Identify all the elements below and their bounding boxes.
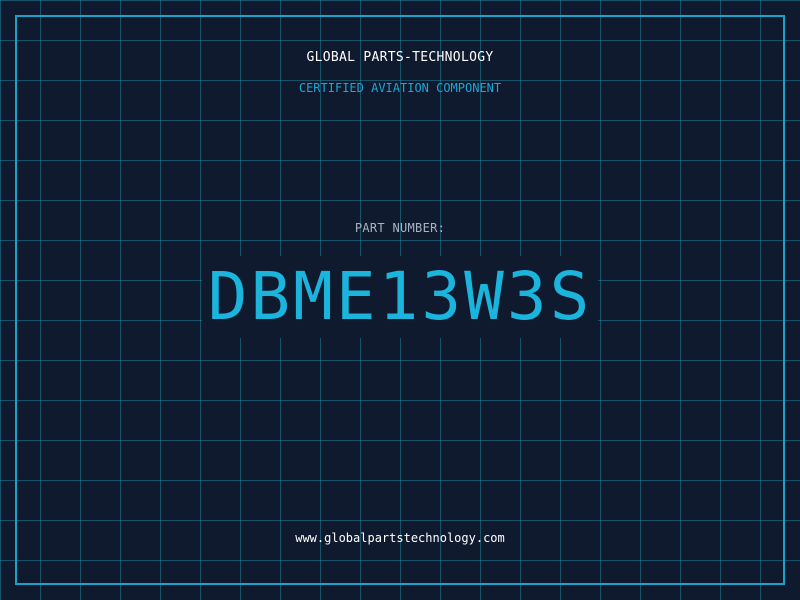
certification-subtitle: CERTIFIED AVIATION COMPONENT	[298, 81, 502, 95]
part-number-value: DBME13W3S	[201, 256, 599, 338]
part-number-container: DBME13W3S	[0, 256, 800, 338]
part-card: GLOBAL PARTS-TECHNOLOGY CERTIFIED AVIATI…	[0, 0, 800, 600]
brand-name: GLOBAL PARTS-TECHNOLOGY	[306, 50, 494, 65]
website-url: www.globalpartstechnology.com	[295, 531, 505, 545]
part-number-label: PART NUMBER:	[354, 221, 446, 235]
